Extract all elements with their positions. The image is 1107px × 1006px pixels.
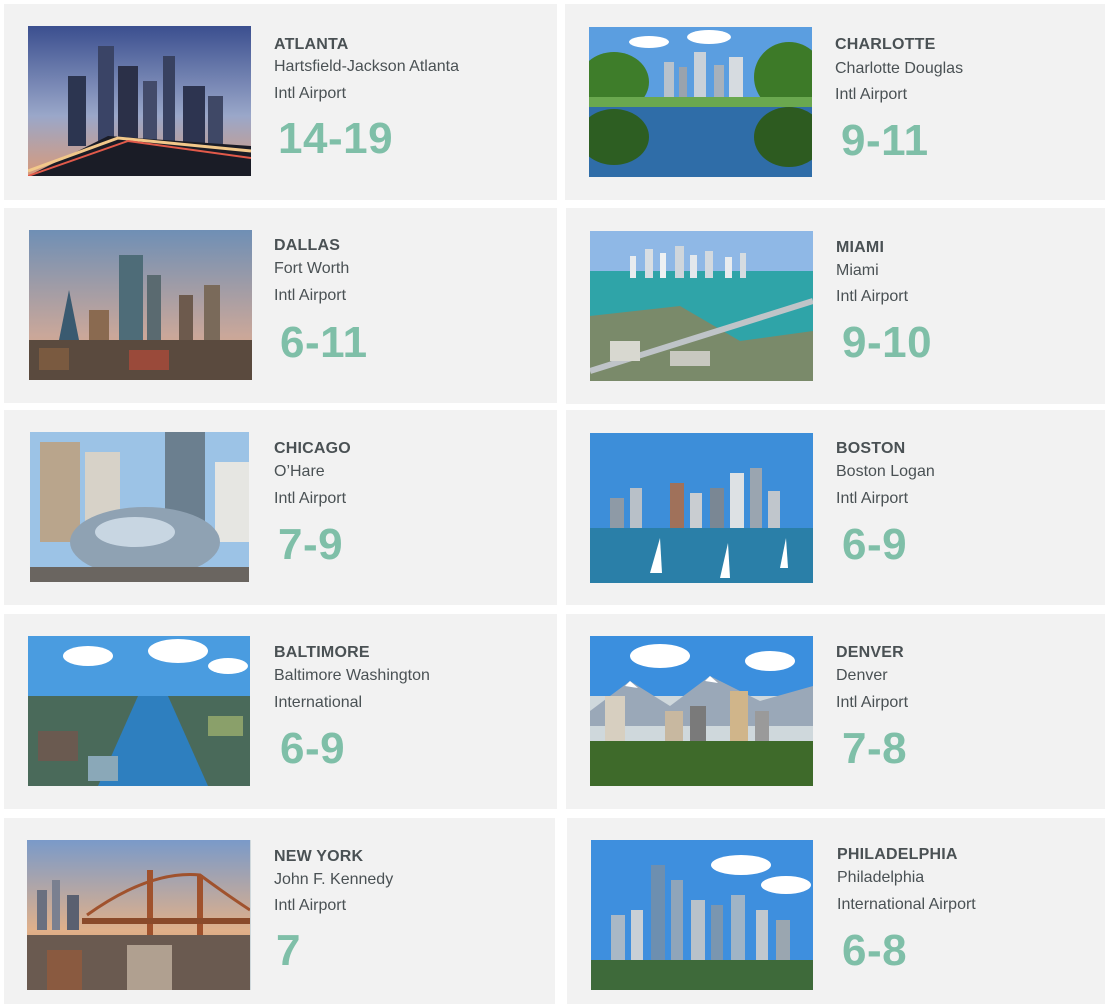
card-denver: DENVER Denver Intl Airport 7-8 — [566, 614, 1105, 809]
card-atlanta: ATLANTA Hartsfield-Jackson Atlanta Intl … — [4, 4, 557, 200]
city-name: DALLAS — [274, 237, 341, 254]
airport-name: Charlotte Douglas — [835, 60, 964, 77]
airport-name: Denver — [836, 667, 888, 684]
city-name: ATLANTA — [274, 36, 349, 53]
airport-name: Boston Logan — [836, 463, 935, 480]
city-name: PHILADELPHIA — [837, 846, 958, 863]
city-name: BALTIMORE — [274, 644, 370, 661]
range-value: 6-9 — [842, 520, 908, 569]
airport-type: Intl Airport — [274, 287, 347, 304]
range-value: 9-10 — [842, 318, 933, 367]
range-value: 6-9 — [280, 724, 346, 773]
airport-type: Intl Airport — [274, 897, 347, 914]
baltimore-harbor-image — [28, 636, 250, 786]
range-value: 7-8 — [842, 724, 908, 773]
atlanta-skyline-image — [28, 26, 251, 176]
airport-name: Philadelphia — [837, 869, 925, 886]
new-york-bridge-image — [27, 840, 251, 990]
card-chicago: CHICAGO O’Hare Intl Airport 7-9 — [4, 410, 557, 605]
dallas-skyline-image — [29, 230, 252, 380]
miami-aerial-image — [590, 231, 813, 381]
chicago-bean-image — [30, 432, 249, 582]
airport-type: Intl Airport — [835, 86, 908, 103]
charlotte-park-image — [589, 27, 812, 177]
card-baltimore: BALTIMORE Baltimore Washington Internati… — [4, 614, 557, 809]
airport-name: Miami — [836, 262, 879, 279]
boston-harbor-image — [590, 433, 813, 583]
card-boston: BOSTON Boston Logan Intl Airport 6-9 — [566, 410, 1105, 605]
range-value: 6-11 — [280, 318, 368, 367]
airport-name: Baltimore Washington — [274, 667, 430, 684]
airport-type: International Airport — [837, 896, 976, 913]
card-dallas: DALLAS Fort Worth Intl Airport 6-11 — [4, 208, 557, 403]
airport-name: Fort Worth — [274, 260, 350, 277]
range-value: 14-19 — [278, 114, 394, 163]
airport-name: O’Hare — [274, 463, 325, 480]
city-name: NEW YORK — [274, 848, 364, 865]
city-name: CHARLOTTE — [835, 36, 936, 53]
airport-name: Hartsfield-Jackson Atlanta — [274, 58, 459, 75]
city-name: CHICAGO — [274, 440, 351, 457]
card-miami: MIAMI Miami Intl Airport 9-10 — [566, 208, 1105, 404]
city-name: DENVER — [836, 644, 904, 661]
range-value: 7 — [276, 926, 301, 975]
range-value: 6-8 — [842, 926, 908, 975]
city-name: MIAMI — [836, 239, 885, 256]
card-charlotte: CHARLOTTE Charlotte Douglas Intl Airport… — [565, 4, 1105, 200]
card-philadelphia: PHILADELPHIA Philadelphia International … — [567, 818, 1105, 1004]
philadelphia-skyline-image — [591, 840, 813, 990]
range-value: 9-11 — [841, 116, 929, 165]
airport-name: John F. Kennedy — [274, 871, 394, 888]
airport-type: Intl Airport — [836, 490, 909, 507]
airport-type: Intl Airport — [836, 288, 909, 305]
range-value: 7-9 — [278, 520, 344, 569]
airport-type: Intl Airport — [836, 694, 909, 711]
city-name: BOSTON — [836, 440, 906, 457]
airport-type: Intl Airport — [274, 85, 347, 102]
card-new-york: NEW YORK John F. Kennedy Intl Airport 7 — [4, 818, 555, 1004]
airport-type: Intl Airport — [274, 490, 347, 507]
denver-mountains-image — [590, 636, 813, 786]
airport-type: International — [274, 694, 363, 711]
